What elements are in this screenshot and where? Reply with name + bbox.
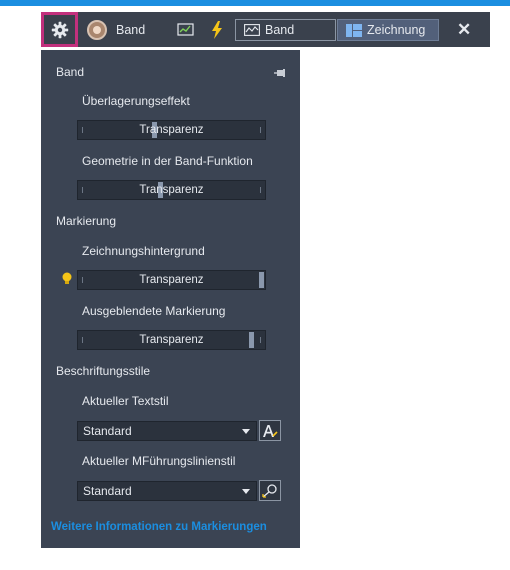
lightbulb-icon	[62, 272, 72, 284]
drawing-layout-icon	[346, 23, 362, 37]
markup-info-link[interactable]: Weitere Informationen zu Markierungen	[51, 521, 267, 533]
avatar	[87, 20, 107, 40]
lightning-icon	[212, 21, 222, 39]
section-band-title: Band	[56, 65, 85, 79]
mleader-select[interactable]: Standard	[77, 481, 257, 501]
slider-thumb[interactable]	[259, 272, 264, 288]
user-band-label: Band	[116, 23, 146, 37]
hidden-markup-transparency-slider[interactable]: Transparenz	[77, 330, 266, 350]
top-accent-line	[0, 0, 510, 6]
compare-icon-button[interactable]	[177, 22, 195, 38]
section-markup-title: Markierung	[56, 214, 117, 228]
slider-thumb[interactable]	[249, 332, 254, 348]
settings-button[interactable]	[41, 12, 78, 47]
tab-band[interactable]: Band	[235, 19, 336, 41]
slider-text: Transparenz	[139, 184, 204, 196]
geometry-transparency-slider[interactable]: Transparenz	[77, 180, 266, 200]
tab-drawing-label: Zeichnung	[367, 23, 426, 37]
tab-band-label: Band	[265, 23, 295, 37]
lightbulb-toggle[interactable]	[62, 272, 72, 289]
gear-icon	[51, 21, 68, 38]
slider-text: Transparenz	[139, 334, 204, 346]
background-transparency-slider[interactable]: Transparenz	[77, 270, 266, 290]
multileader-icon	[262, 483, 277, 498]
drawing-background-label: Zeichnungshintergrund	[82, 244, 205, 258]
overlay-effect-label: Überlagerungseffekt	[82, 94, 190, 108]
lightning-button[interactable]	[211, 21, 223, 39]
textstyle-value: Standard	[83, 424, 132, 438]
chevron-down-icon	[242, 429, 250, 434]
pin-icon	[274, 69, 285, 77]
current-mleader-label: Aktueller MFührungslinienstil	[82, 454, 236, 468]
mleader-value: Standard	[83, 484, 132, 498]
slider-text: Transparenz	[139, 124, 204, 136]
textstyle-select[interactable]: Standard	[77, 421, 257, 441]
tab-drawing[interactable]: Zeichnung	[337, 19, 439, 41]
close-icon: ✕	[457, 20, 472, 39]
waveform-icon	[244, 24, 260, 36]
chart-compare-icon	[177, 23, 194, 36]
hidden-markup-label: Ausgeblendete Markierung	[82, 304, 226, 318]
mleader-manager-button[interactable]	[259, 480, 281, 501]
user-band-item[interactable]: Band	[87, 20, 145, 40]
textstyle-manager-button[interactable]	[259, 420, 281, 441]
slider-text: Transparenz	[139, 274, 204, 286]
chevron-down-icon	[242, 489, 250, 494]
text-style-icon	[263, 424, 278, 437]
ribbon-toolbar: Band Band Zeichnung ✕	[41, 12, 490, 47]
settings-panel: Band Überlagerungseffekt Transparenz Geo…	[41, 50, 300, 548]
overlay-transparency-slider[interactable]: Transparenz	[77, 120, 266, 140]
section-styles-title: Beschriftungsstile	[56, 364, 151, 378]
close-button[interactable]: ✕	[457, 20, 471, 40]
pin-button[interactable]	[274, 67, 286, 81]
current-textstyle-label: Aktueller Textstil	[82, 394, 169, 408]
band-geometry-label: Geometrie in der Band-Funktion	[82, 154, 253, 168]
